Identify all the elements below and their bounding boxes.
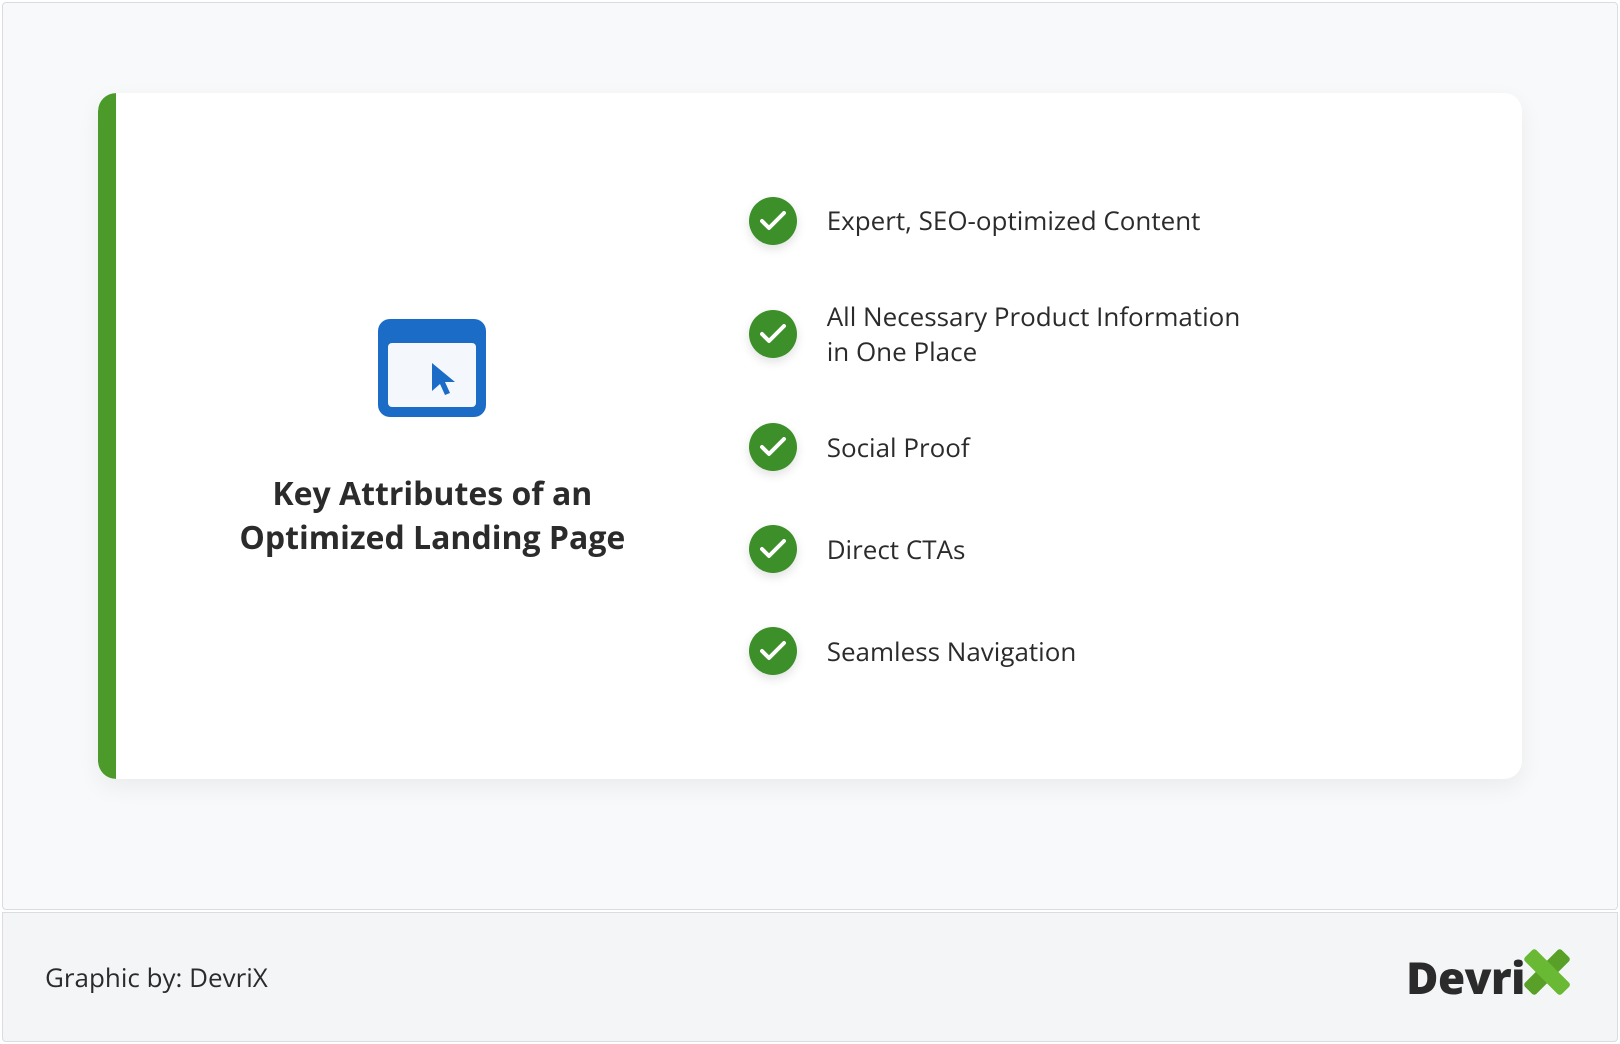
accent-bar (98, 93, 116, 779)
footer: Graphic by: DevriX Devri (2, 912, 1618, 1042)
check-icon (749, 423, 797, 471)
list-item-text: All Necessary Product Information in One… (827, 299, 1267, 369)
list-item-text: Social Proof (827, 430, 970, 465)
list-item: Social Proof (749, 423, 1482, 471)
check-icon (749, 627, 797, 675)
brand-x-icon (1519, 944, 1575, 1005)
check-icon (749, 525, 797, 573)
left-panel: Key Attributes of an Optimized Landing P… (116, 93, 749, 779)
list-item-text: Seamless Navigation (827, 634, 1077, 669)
main-area: Key Attributes of an Optimized Landing P… (2, 2, 1618, 910)
card-title: Key Attributes of an Optimized Landing P… (239, 472, 625, 558)
checklist: Expert, SEO-optimized Content All Necess… (749, 93, 1522, 779)
brand-logo: Devri (1406, 947, 1575, 1007)
footer-credit: Graphic by: DevriX (45, 959, 268, 995)
list-item-text: Expert, SEO-optimized Content (827, 203, 1201, 238)
card-title-line1: Key Attributes of an (272, 472, 592, 515)
list-item: Direct CTAs (749, 525, 1482, 573)
card-body: Key Attributes of an Optimized Landing P… (116, 93, 1522, 779)
card-title-line2: Optimized Landing Page (239, 516, 625, 559)
brand-text: Devri (1406, 947, 1525, 1007)
list-item: Expert, SEO-optimized Content (749, 197, 1482, 245)
landing-page-icon (372, 313, 492, 428)
content-card: Key Attributes of an Optimized Landing P… (98, 93, 1522, 779)
check-icon (749, 310, 797, 358)
list-item: All Necessary Product Information in One… (749, 299, 1482, 369)
list-item-text: Direct CTAs (827, 532, 966, 567)
check-icon (749, 197, 797, 245)
list-item: Seamless Navigation (749, 627, 1482, 675)
